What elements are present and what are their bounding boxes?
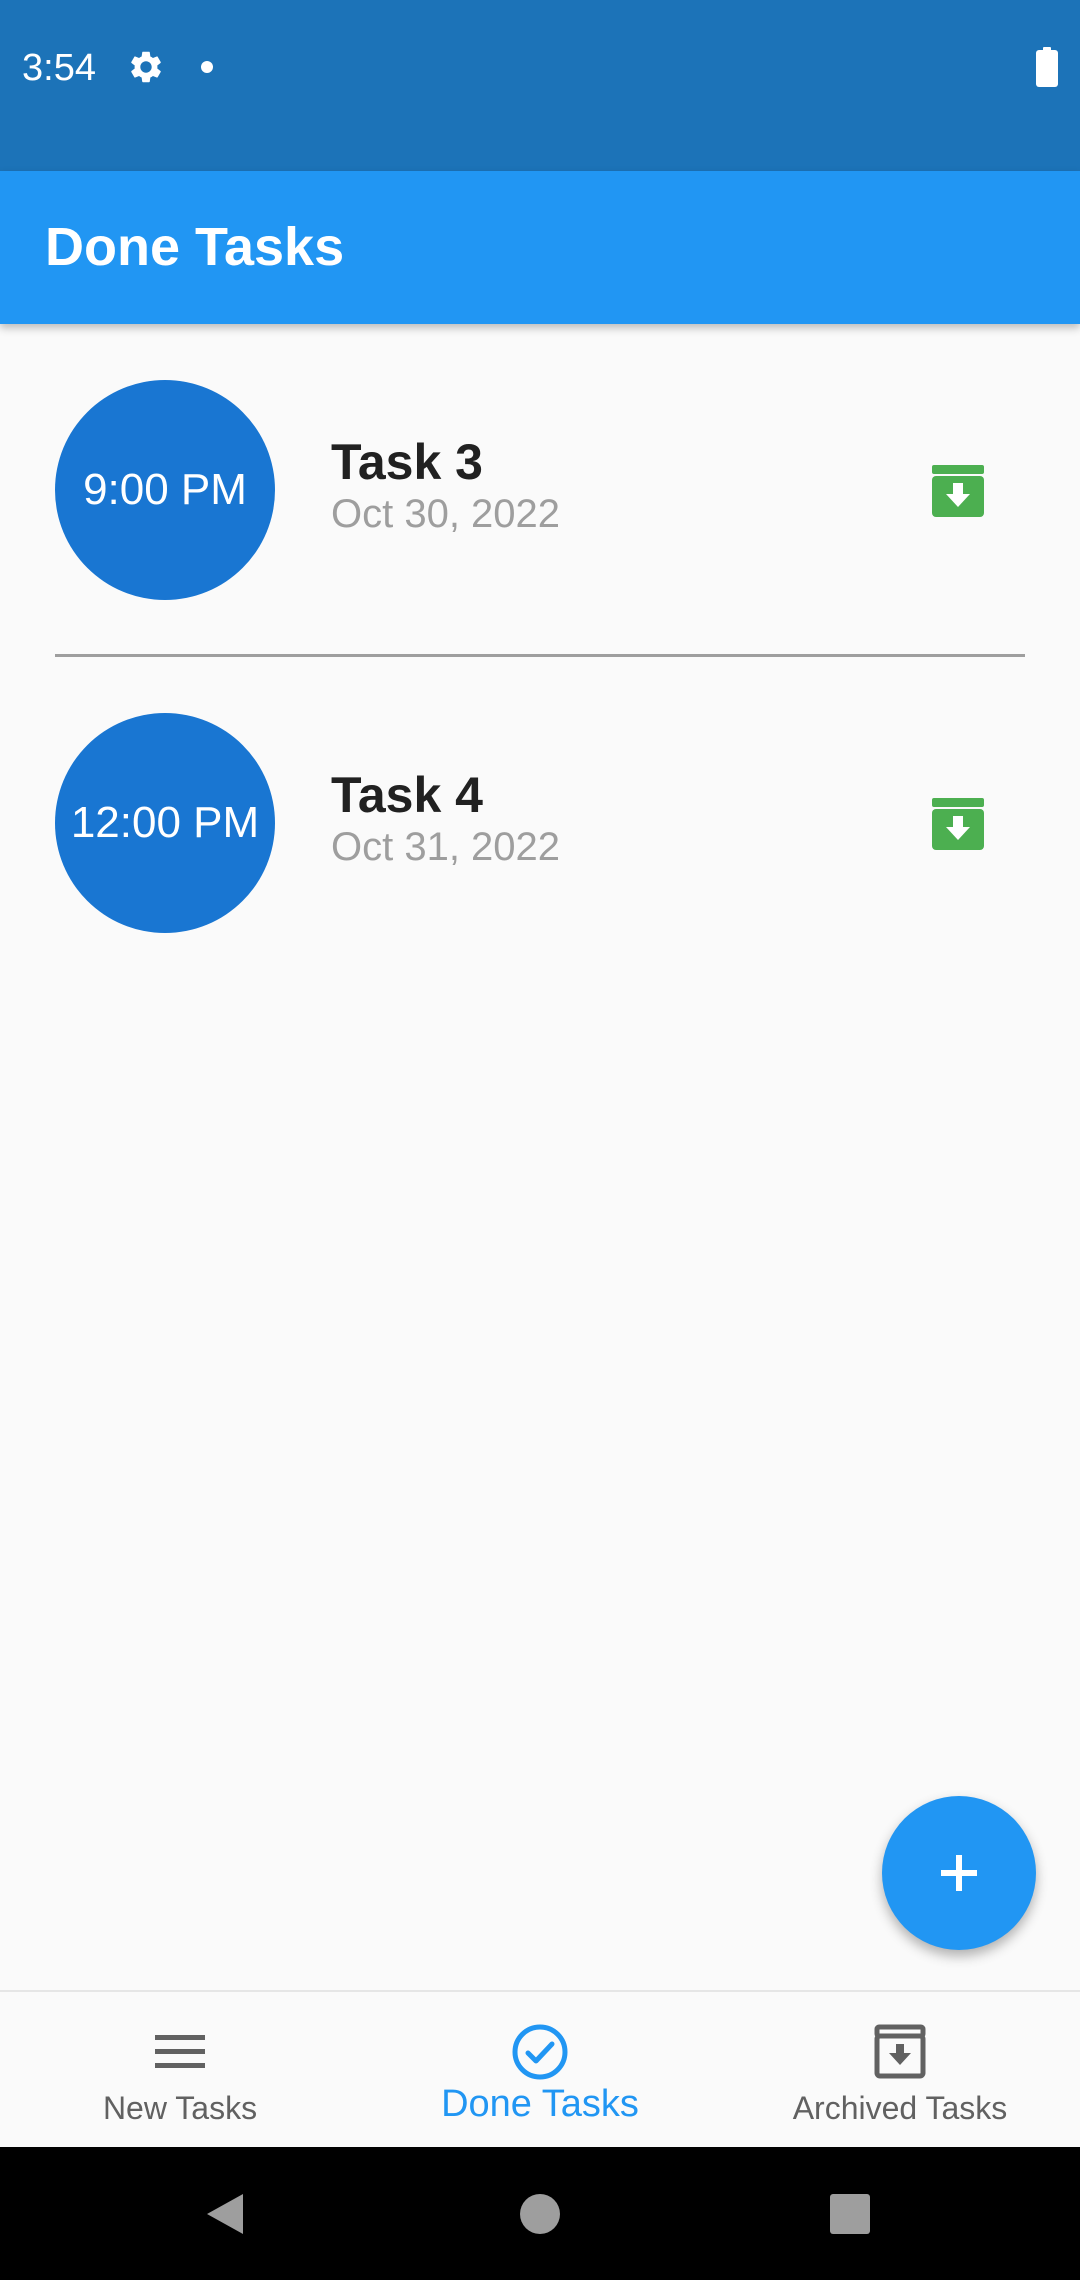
divider [55, 654, 1025, 657]
task-title: Task 3 [331, 434, 483, 490]
recents-icon [830, 2193, 870, 2234]
home-icon [520, 2193, 560, 2234]
task-time: 9:00 PM [83, 465, 247, 514]
task-item[interactable]: 9:00 PM Task 3 Oct 30, 2022 [0, 380, 1080, 600]
nav-label: Done Tasks [441, 2083, 639, 2125]
add-task-button[interactable] [882, 1796, 1036, 1950]
page-title: Done Tasks [45, 217, 345, 277]
status-time: 3:54 [22, 47, 96, 89]
check-circle-icon [512, 2024, 568, 2080]
status-bar: 3:54 [0, 0, 1080, 171]
notification-dot [201, 61, 213, 73]
nav-item-new-tasks[interactable]: New Tasks [0, 1992, 360, 2149]
nav-item-done-tasks[interactable]: Done Tasks [360, 1992, 720, 2149]
nav-item-archived-tasks[interactable]: Archived Tasks [720, 1992, 1080, 2149]
task-item[interactable]: 12:00 PM Task 4 Oct 31, 2022 [0, 713, 1080, 933]
menu-icon [155, 2035, 205, 2068]
app-bar: Done Tasks [0, 171, 1080, 324]
nav-label: New Tasks [102, 2090, 258, 2126]
task-time-circle: 12:00 PM [55, 713, 275, 933]
system-navigation-bar [0, 2147, 1080, 2280]
plus-icon [941, 1855, 977, 1891]
gear-icon [131, 51, 161, 83]
nav-label: Archived Tasks [792, 2090, 1008, 2126]
screen: 3:54 Done Tasks 9:00 PM Task 3 Oct 30, 2… [0, 0, 1080, 2280]
task-title: Task 4 [331, 767, 483, 823]
archive-icon [874, 2024, 926, 2079]
task-date: Oct 31, 2022 [331, 825, 561, 869]
back-button[interactable] [165, 2147, 285, 2280]
task-time-circle: 9:00 PM [55, 380, 275, 600]
recents-button[interactable] [790, 2147, 910, 2280]
home-button[interactable] [480, 2147, 600, 2280]
archive-icon[interactable] [930, 796, 986, 852]
battery-icon [1036, 47, 1058, 87]
task-date: Oct 30, 2022 [331, 492, 561, 536]
archive-icon[interactable] [930, 463, 986, 519]
task-time: 12:00 PM [70, 798, 260, 847]
bottom-navigation: New Tasks Done Tasks Archived Tasks [0, 1990, 1080, 2149]
back-icon [207, 2193, 243, 2234]
